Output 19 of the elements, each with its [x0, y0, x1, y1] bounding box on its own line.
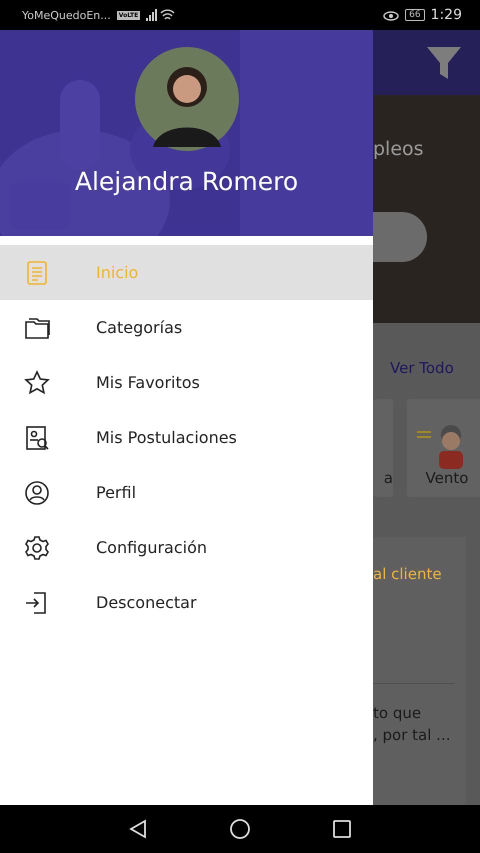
job-description: to que: [373, 703, 422, 724]
clock: 1:29: [430, 7, 462, 23]
battery-level: 66: [405, 9, 425, 21]
job-title: al cliente: [373, 565, 443, 583]
filter-icon[interactable]: [426, 46, 462, 80]
search-button[interactable]: [373, 212, 427, 262]
signal-wifi-icon: [146, 8, 176, 22]
gear-icon: [23, 534, 51, 562]
back-icon[interactable]: [127, 818, 149, 840]
user-icon: [23, 478, 51, 506]
notification-text: YoMeQuedoEn...: [22, 8, 111, 22]
eye-icon: [383, 9, 400, 21]
recents-icon[interactable]: [331, 818, 353, 840]
job-description: , por tal ...: [373, 725, 452, 746]
user-name: Alejandra Romero: [74, 167, 298, 196]
home-icon[interactable]: [229, 818, 251, 840]
star-icon: [23, 368, 51, 396]
resume-icon: [23, 424, 51, 452]
banner-text: pleos: [373, 138, 425, 160]
